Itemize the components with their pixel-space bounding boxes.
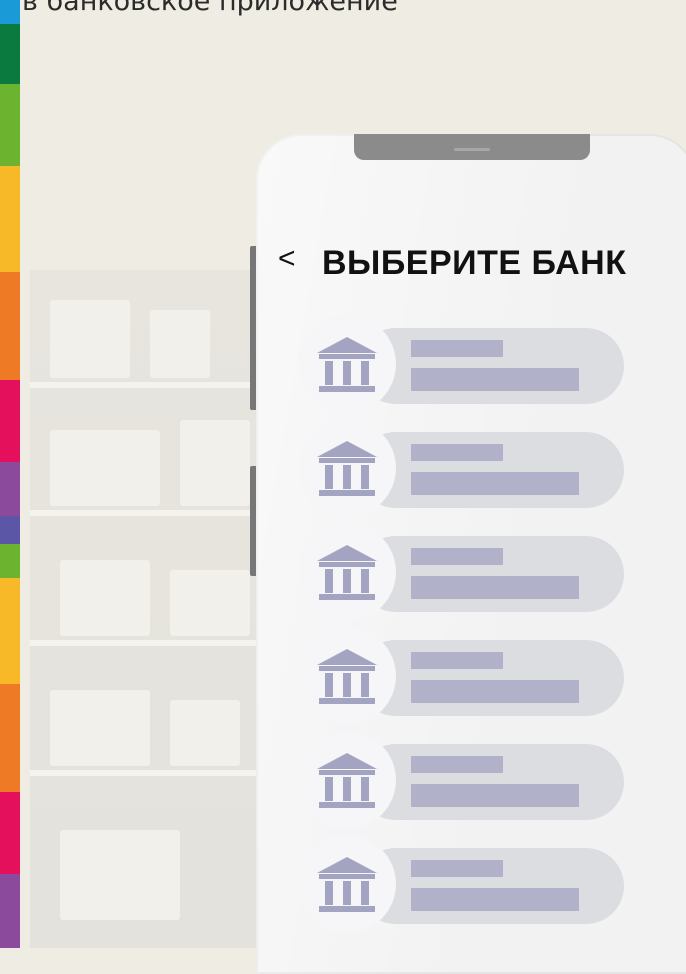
bank-icon-circle	[298, 419, 396, 517]
bank-list-item[interactable]	[298, 416, 628, 517]
bank-detail-placeholder	[411, 888, 579, 911]
bank-icon-circle	[298, 627, 396, 725]
phone-side-button	[250, 246, 256, 410]
bank-name-placeholder	[411, 340, 503, 357]
bank-icon-circle	[298, 315, 396, 413]
bank-list-item[interactable]	[298, 520, 628, 621]
bank-name-placeholder	[411, 860, 503, 877]
bank-detail-placeholder	[411, 472, 579, 495]
bank-name-placeholder	[411, 756, 503, 773]
bank-list-item[interactable]	[298, 728, 628, 829]
bank-icon	[317, 649, 377, 704]
bank-list-item[interactable]	[298, 312, 628, 413]
bank-detail-placeholder	[411, 576, 579, 599]
header-text: в банковское приложение	[22, 0, 398, 17]
phone-notch	[354, 134, 590, 160]
bank-detail-placeholder	[411, 368, 579, 391]
bank-icon	[317, 753, 377, 808]
bank-name-placeholder	[411, 652, 503, 669]
bank-list-item[interactable]	[298, 832, 628, 933]
color-strip	[0, 0, 20, 948]
bank-name-placeholder	[411, 548, 503, 565]
bank-detail-placeholder	[411, 784, 579, 807]
bank-detail-placeholder	[411, 680, 579, 703]
page-title: ВЫБЕРИТЕ БАНК	[322, 244, 627, 282]
bank-name-placeholder	[411, 444, 503, 461]
bank-icon-circle	[298, 523, 396, 621]
bank-icon-circle	[298, 835, 396, 933]
bank-icon	[317, 857, 377, 912]
bank-icon	[317, 337, 377, 392]
bank-icon-circle	[298, 731, 396, 829]
bank-icon	[317, 441, 377, 496]
bank-list-item[interactable]	[298, 624, 628, 725]
bank-icon	[317, 545, 377, 600]
back-button[interactable]: <	[278, 242, 296, 276]
phone-side-button	[250, 466, 256, 576]
